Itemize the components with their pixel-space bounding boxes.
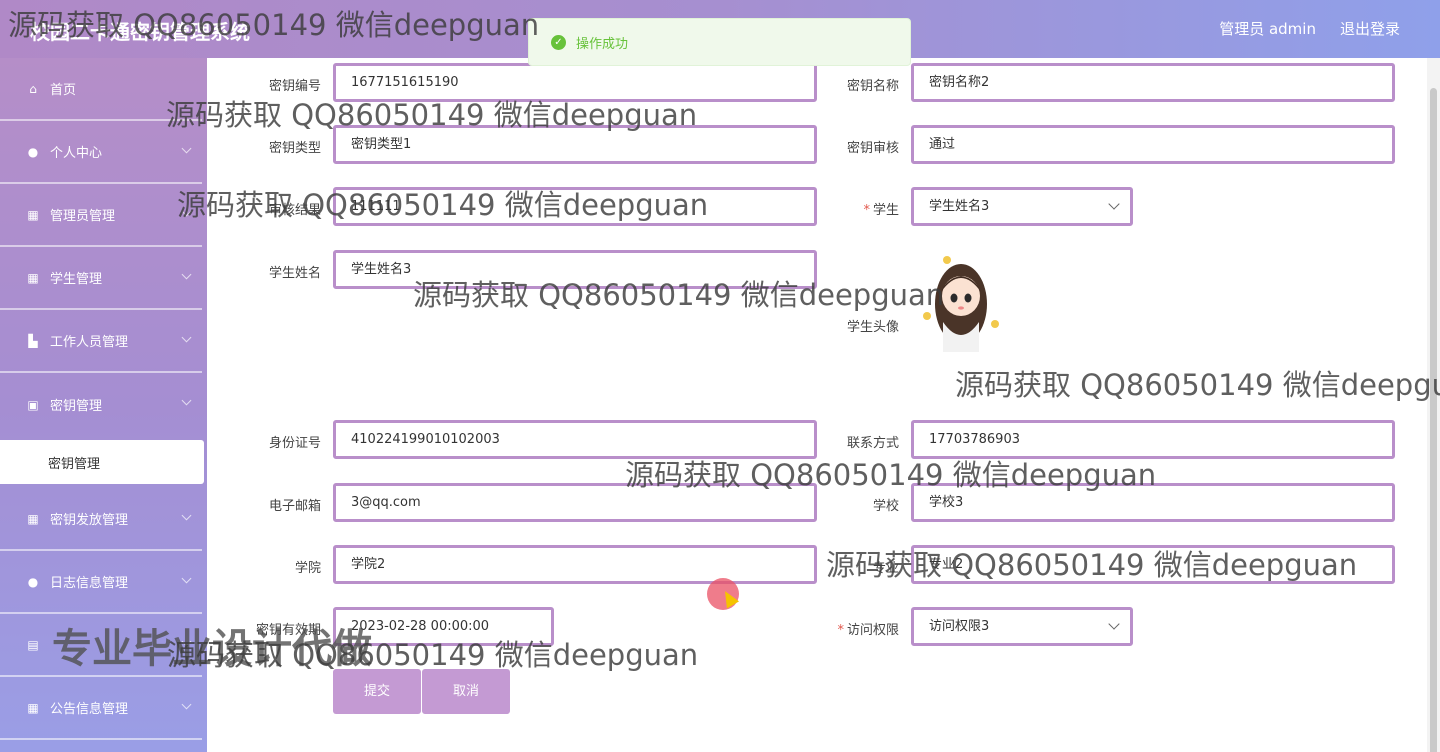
grid-icon: ▦	[27, 700, 39, 715]
person-icon: ●	[27, 144, 39, 159]
id-no-label: 身份证号	[268, 436, 321, 451]
student-select-value: 学生姓名3	[929, 199, 990, 214]
chevron-down-icon	[1108, 618, 1120, 630]
header-actions: 管理员 admin 退出登录	[1219, 18, 1400, 39]
student-name-label: 学生姓名	[268, 266, 321, 281]
app-title: 校园二卡通密钥管理系统	[30, 20, 250, 44]
sidebar-subitem-key-management[interactable]: 密钥管理	[0, 440, 204, 484]
chevron-down-icon	[181, 269, 192, 280]
sidebar-item-home[interactable]: ⌂ 首页	[0, 58, 202, 121]
major-label: 专业	[872, 561, 899, 576]
major-input[interactable]: 专业2	[911, 545, 1395, 584]
key-icon: ▣	[27, 397, 39, 412]
submit-button[interactable]: 提交	[333, 669, 421, 714]
access-select-value: 访问权限3	[929, 619, 990, 634]
access-label-text: 访问权限	[846, 623, 899, 638]
key-name-input[interactable]: 密钥名称2	[911, 63, 1395, 102]
key-no-label: 密钥编号	[268, 79, 321, 94]
logout-link[interactable]: 退出登录	[1340, 18, 1400, 39]
school-label: 学校	[872, 499, 899, 514]
chevron-down-icon	[181, 332, 192, 343]
grid-icon: ▦	[27, 511, 39, 526]
access-select[interactable]: 访问权限3	[911, 607, 1133, 646]
key-type-label: 密钥类型	[268, 141, 321, 156]
sidebar-item-key-issue[interactable]: ▦ 密钥发放管理	[0, 488, 202, 551]
student-label-text: 学生	[872, 203, 899, 218]
admin-user-label[interactable]: 管理员 admin	[1219, 18, 1316, 39]
chevron-up-icon	[181, 395, 192, 406]
sidebar-item-label: 学生管理	[50, 272, 103, 287]
student-select[interactable]: 学生姓名3	[911, 187, 1133, 226]
grid-icon: ▦	[27, 207, 39, 222]
sidebar-item-profile[interactable]: ● 个人中心	[0, 121, 202, 184]
sidebar-item-staff[interactable]: ▙ 工作人员管理	[0, 310, 202, 373]
contact-input[interactable]: 17703786903	[911, 420, 1395, 459]
scrollbar[interactable]	[1427, 58, 1440, 752]
email-label: 电子邮箱	[268, 499, 321, 514]
student-avatar-label: 学生头像	[846, 320, 899, 335]
sidebar-item-label: 密钥发放管理	[50, 513, 129, 528]
key-no-input[interactable]: 1677151615190	[333, 63, 817, 102]
student-label: * 学生	[819, 199, 899, 218]
doc-icon: ▤	[27, 637, 39, 652]
sidebar-item-logs[interactable]: ● 日志信息管理	[0, 551, 202, 614]
sidebar-item-label: 首页	[50, 83, 77, 98]
sidebar-item-label: 日志信息管理	[50, 576, 129, 591]
sidebar-item-notices[interactable]: ▦ 公告信息管理	[0, 677, 202, 740]
access-label: * 访问权限	[819, 619, 899, 638]
chevron-down-icon	[181, 699, 192, 710]
sidebar-item-label: 个人中心	[50, 146, 103, 161]
id-no-input[interactable]: 410224199010102003	[333, 420, 817, 459]
required-mark: *	[837, 623, 844, 638]
key-review-label: 密钥审核	[846, 141, 899, 156]
success-toast: ✓ 操作成功	[528, 18, 911, 66]
person-icon: ●	[27, 574, 39, 589]
college-input[interactable]: 学院2	[333, 545, 817, 584]
email-input[interactable]: 3@qq.com	[333, 483, 817, 522]
college-label: 学院	[294, 561, 321, 576]
key-name-label: 密钥名称	[846, 79, 899, 94]
sidebar-item-keys[interactable]: ▣ 密钥管理	[0, 373, 202, 436]
sidebar-item-label: 公告信息管理	[50, 702, 129, 717]
review-result-label: 审核结果	[268, 203, 321, 218]
student-name-input[interactable]: 学生姓名3	[333, 250, 817, 289]
key-type-input[interactable]: 密钥类型1	[333, 125, 817, 164]
chevron-down-icon	[1108, 198, 1120, 210]
toast-message: 操作成功	[576, 36, 629, 52]
watermark-big: 专业毕业设计代做	[52, 626, 372, 672]
sidebar-item-label: 密钥管理	[50, 399, 103, 414]
grid-icon: ▦	[27, 270, 39, 285]
required-mark: *	[863, 203, 870, 218]
sidebar-item-students[interactable]: ▦ 学生管理	[0, 247, 202, 310]
scroll-thumb[interactable]	[1430, 88, 1437, 752]
sidebar-item-label: 管理员管理	[50, 209, 116, 224]
chevron-down-icon	[181, 206, 192, 217]
chevron-down-icon	[181, 143, 192, 154]
student-avatar-image[interactable]	[913, 252, 1005, 352]
users-icon: ▙	[28, 333, 38, 348]
sidebar-item-label: 工作人员管理	[50, 335, 129, 350]
check-circle-icon: ✓	[551, 34, 566, 50]
sidebar-item-admins[interactable]: ▦ 管理员管理	[0, 184, 202, 247]
review-result-input[interactable]: 111111	[333, 187, 817, 226]
cancel-button[interactable]: 取消	[422, 669, 510, 714]
home-icon: ⌂	[29, 81, 37, 96]
chevron-down-icon	[181, 573, 192, 584]
contact-label: 联系方式	[846, 436, 899, 451]
key-review-input[interactable]: 通过	[911, 125, 1395, 164]
chevron-down-icon	[181, 510, 192, 521]
school-input[interactable]: 学校3	[911, 483, 1395, 522]
